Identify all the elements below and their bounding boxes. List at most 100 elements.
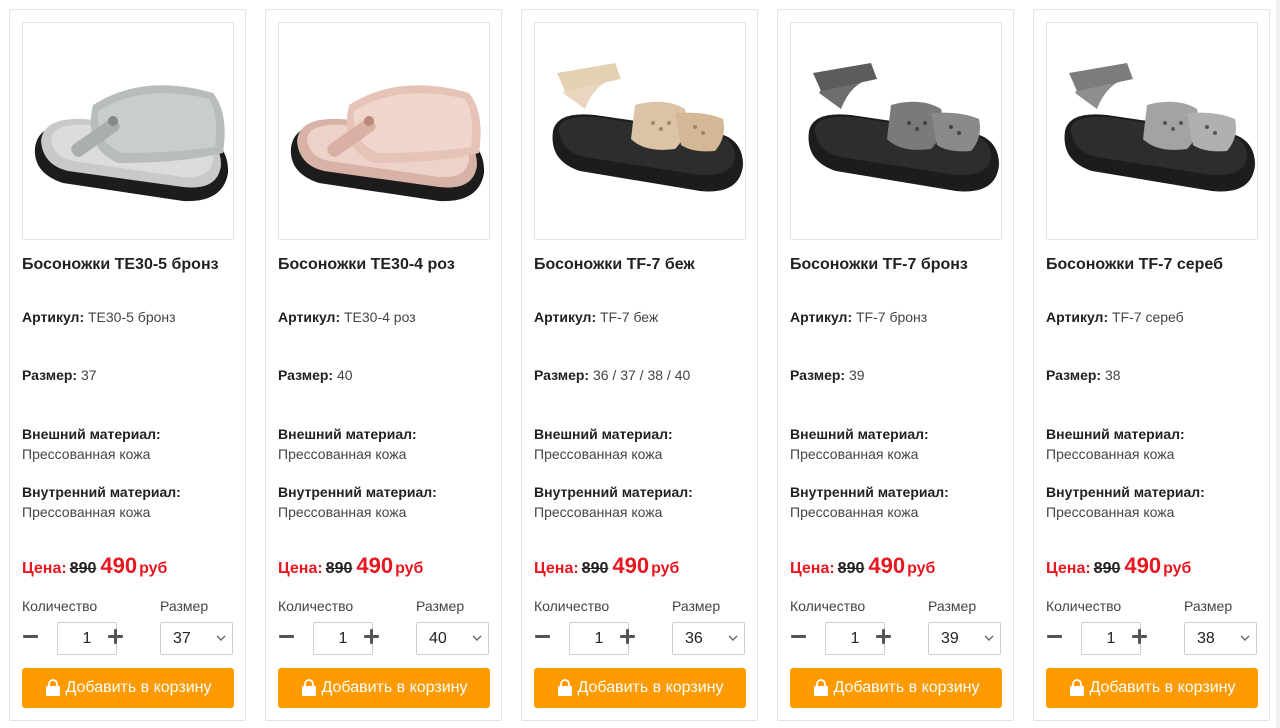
sku-value: TF-7 бронз — [856, 309, 928, 325]
shopping-bag-icon — [1070, 679, 1085, 696]
size-select-value: 40 — [429, 630, 447, 647]
price-row: Цена: 890 490 руб — [22, 553, 167, 579]
add-to-cart-button[interactable]: Добавить в корзину — [790, 668, 1002, 708]
plus-icon[interactable] — [875, 624, 893, 648]
chevron-down-icon — [472, 635, 482, 641]
inner-material-row: Внутренний материал: Прессованная кожа — [790, 482, 949, 522]
product-image[interactable] — [790, 22, 1002, 240]
new-price: 490 — [612, 553, 650, 578]
size-select-label: Размер — [160, 598, 209, 614]
slide-sandal-image — [290, 85, 485, 202]
chevron-down-icon — [728, 635, 738, 641]
size-select[interactable]: 37 — [160, 622, 233, 655]
shopping-bag-icon — [558, 679, 573, 696]
sku-label: Артикул: — [278, 309, 341, 325]
old-price: 890 — [325, 560, 353, 577]
minus-icon[interactable] — [790, 624, 808, 648]
size-row: Размер: 37 — [22, 365, 97, 385]
size-select-label: Размер — [1184, 598, 1233, 614]
add-to-cart-label: Добавить в корзину — [833, 679, 980, 696]
sku-value: TE30-4 роз — [344, 309, 416, 325]
size-select[interactable]: 39 — [928, 622, 1001, 655]
size-label: Размер: — [22, 367, 78, 383]
quantity-label: Количество — [278, 598, 354, 614]
product-card: Босоножки TF-7 сереб Артикул: TF-7 сереб… — [1033, 9, 1270, 721]
add-to-cart-button[interactable]: Добавить в корзину — [278, 668, 490, 708]
shopping-bag-icon — [46, 679, 61, 696]
outer-material-row: Внешний материал: Прессованная кожа — [790, 424, 929, 464]
add-to-cart-label: Добавить в корзину — [321, 679, 468, 696]
shopping-bag-icon — [814, 679, 829, 696]
quantity-label: Количество — [22, 598, 98, 614]
outer-material-label: Внешний материал: — [790, 426, 929, 442]
minus-icon[interactable] — [1046, 624, 1064, 648]
inner-material-label: Внутренний материал: — [278, 484, 437, 500]
minus-icon[interactable] — [534, 624, 552, 648]
product-image[interactable] — [278, 22, 490, 240]
product-card: Босоножки TE30-5 бронз Артикул: TE30-5 б… — [9, 9, 246, 721]
product-title[interactable]: Босоножки TE30-4 роз — [278, 256, 455, 274]
product-card: Босоножки TF-7 бронз Артикул: TF-7 бронз… — [777, 9, 1014, 721]
product-title[interactable]: Босоножки TF-7 бронз — [790, 256, 968, 274]
inner-material-label: Внутренний материал: — [534, 484, 693, 500]
product-title[interactable]: Босоножки TE30-5 бронз — [22, 256, 219, 274]
outer-material-value: Прессованная кожа — [1046, 446, 1175, 462]
outer-material-row: Внешний материал: Прессованная кожа — [1046, 424, 1185, 464]
new-price: 490 — [100, 553, 138, 578]
size-row: Размер: 36 / 37 / 38 / 40 — [534, 365, 690, 385]
size-select[interactable]: 38 — [1184, 622, 1257, 655]
sku-label: Артикул: — [1046, 309, 1109, 325]
product-image[interactable] — [534, 22, 746, 240]
plus-icon[interactable] — [107, 624, 125, 648]
product-title[interactable]: Босоножки TF-7 сереб — [1046, 256, 1223, 274]
product-image[interactable] — [22, 22, 234, 240]
plus-icon[interactable] — [619, 624, 637, 648]
inner-material-row: Внутренний материал: Прессованная кожа — [1046, 482, 1205, 522]
price-row: Цена: 890 490 руб — [1046, 553, 1191, 579]
minus-icon[interactable] — [22, 624, 40, 648]
scrollbar-track[interactable] — [1276, 0, 1280, 728]
new-price: 490 — [356, 553, 394, 578]
add-to-cart-button[interactable]: Добавить в корзину — [534, 668, 746, 708]
sku-row: Артикул: TE30-4 роз — [278, 307, 416, 327]
size-label: Размер: — [278, 367, 334, 383]
inner-material-label: Внутренний материал: — [22, 484, 181, 500]
sku-value: TE30-5 бронз — [88, 309, 176, 325]
add-to-cart-button[interactable]: Добавить в корзину — [22, 668, 234, 708]
product-image[interactable] — [1046, 22, 1258, 240]
plus-icon[interactable] — [363, 624, 381, 648]
price-label: Цена: — [22, 560, 67, 577]
currency-label: руб — [139, 560, 168, 577]
size-select[interactable]: 36 — [672, 622, 745, 655]
chevron-down-icon — [1240, 635, 1250, 641]
outer-material-label: Внешний материал: — [22, 426, 161, 442]
size-label: Размер: — [534, 367, 590, 383]
size-select-value: 38 — [1197, 630, 1215, 647]
inner-material-value: Прессованная кожа — [22, 504, 151, 520]
size-row: Размер: 40 — [278, 365, 353, 385]
inner-material-row: Внутренний материал: Прессованная кожа — [534, 482, 693, 522]
size-select[interactable]: 40 — [416, 622, 489, 655]
product-card: Босоножки TF-7 беж Артикул: TF-7 беж Раз… — [521, 9, 758, 721]
size-value: 37 — [80, 367, 97, 383]
sku-row: Артикул: TF-7 беж — [534, 307, 658, 327]
chevron-down-icon — [984, 635, 994, 641]
size-label: Размер: — [790, 367, 846, 383]
add-to-cart-button[interactable]: Добавить в корзину — [1046, 668, 1258, 708]
slide-sandal-image — [34, 85, 229, 202]
plus-icon[interactable] — [1131, 624, 1149, 648]
outer-material-label: Внешний материал: — [1046, 426, 1185, 442]
product-title[interactable]: Босоножки TF-7 беж — [534, 256, 695, 274]
outer-material-label: Внешний материал: — [278, 426, 417, 442]
minus-icon[interactable] — [278, 624, 296, 648]
outer-material-value: Прессованная кожа — [278, 446, 407, 462]
inner-material-value: Прессованная кожа — [1046, 504, 1175, 520]
outer-material-row: Внешний материал: Прессованная кожа — [534, 424, 673, 464]
size-value: 36 / 37 / 38 / 40 — [592, 367, 691, 383]
size-select-value: 39 — [941, 630, 959, 647]
size-value: 38 — [1104, 367, 1121, 383]
outer-material-row: Внешний материал: Прессованная кожа — [22, 424, 161, 464]
sku-label: Артикул: — [790, 309, 853, 325]
size-select-label: Размер — [416, 598, 465, 614]
quantity-label: Количество — [1046, 598, 1122, 614]
